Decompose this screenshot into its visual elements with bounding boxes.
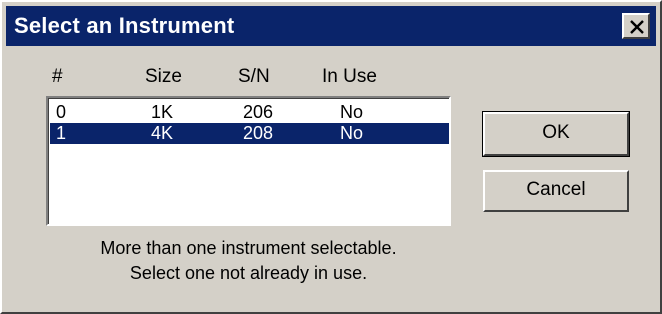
info-message-line-1: More than one instrument selectable. [100,238,397,258]
column-header-number: # [52,66,63,87]
listbox-frame: 0 1K 206 No 1 4K 208 No [48,98,449,224]
ok-button[interactable]: OK [482,111,630,157]
title-bar[interactable]: Select an Instrument [6,6,656,46]
cancel-button[interactable]: Cancel [483,170,629,212]
row-size: 1K [151,102,174,122]
dialog-title: Select an Instrument [14,13,235,38]
cancel-button-label: Cancel [526,179,586,200]
column-header-size: Size [145,66,182,87]
row-serial: 208 [243,123,274,143]
close-icon [630,20,644,34]
column-header-in-use: In Use [322,66,377,87]
row-serial: 206 [243,102,274,122]
list-item-selected[interactable]: 1 4K 208 No [50,123,449,144]
ok-button-label: OK [542,122,570,143]
close-button[interactable] [622,13,650,39]
row-in-use: No [340,123,364,143]
list-item[interactable]: 0 1K 206 No [50,102,449,123]
row-size: 4K [151,123,174,143]
column-header-serial: S/N [238,66,270,87]
instrument-listbox[interactable]: 0 1K 206 No 1 4K 208 No [46,96,451,226]
info-message-line-2: Select one not already in use. [129,263,368,283]
select-instrument-dialog: Select an Instrument # Size S/N In Use 0… [0,0,662,314]
row-in-use: No [340,102,364,122]
row-number: 0 [56,102,67,122]
row-number: 1 [56,123,67,143]
